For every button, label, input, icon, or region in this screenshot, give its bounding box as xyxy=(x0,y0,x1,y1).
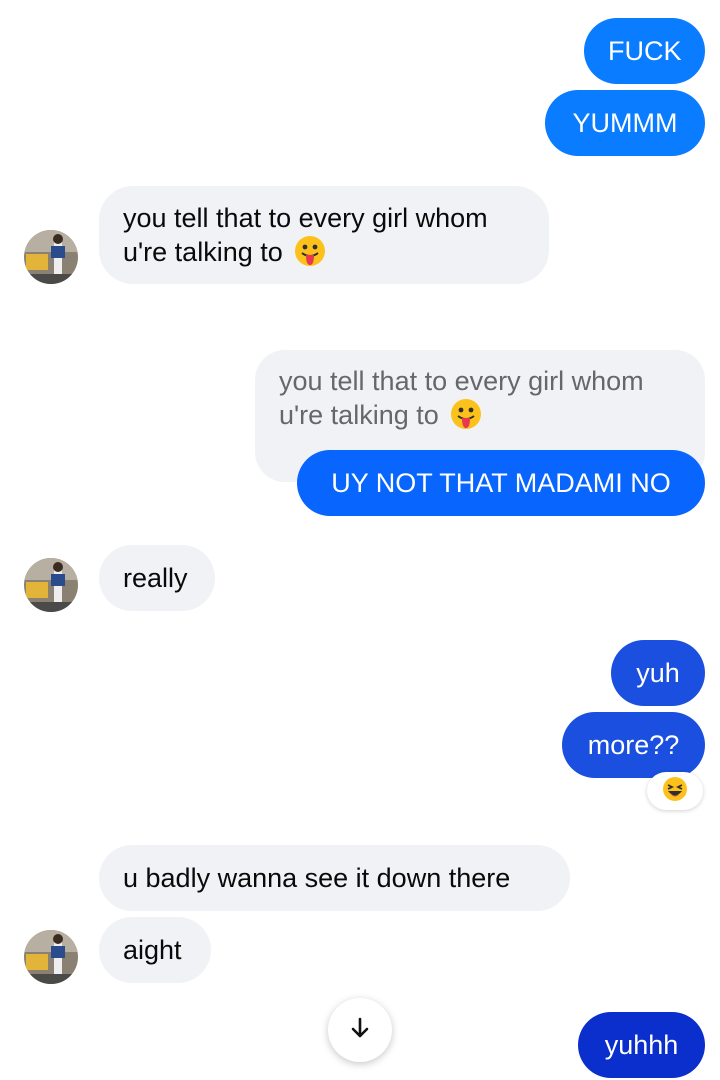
sent-message-yuhhh[interactable]: yuhhh xyxy=(578,1012,705,1078)
sent-message-fuck[interactable]: FUCK xyxy=(584,18,705,84)
face-with-tongue-icon xyxy=(450,398,482,430)
message-text: YUMMM xyxy=(572,108,678,138)
contact-avatar[interactable] xyxy=(24,230,78,284)
received-message-aight[interactable]: aight xyxy=(99,917,211,983)
sent-message-madami[interactable]: UY NOT THAT MADAMI NO xyxy=(297,450,705,516)
message-text: yuh xyxy=(636,658,680,688)
message-text-line1: you tell that to every girl whom xyxy=(123,203,488,233)
message-text: yuhhh xyxy=(604,1030,679,1060)
message-text: aight xyxy=(123,935,182,965)
scroll-to-bottom-button[interactable] xyxy=(328,998,392,1062)
message-text: FUCK xyxy=(608,36,682,66)
quote-line2-wrap: u're talking to xyxy=(279,398,681,432)
laughing-reaction[interactable] xyxy=(647,772,703,810)
laughing-face-icon xyxy=(662,776,688,807)
sent-message-yummm[interactable]: YUMMM xyxy=(545,90,705,156)
quote-line2: u're talking to xyxy=(279,400,439,430)
received-message-every-girl[interactable]: you tell that to every girl whom u're ta… xyxy=(99,186,549,284)
message-text: UY NOT THAT MADAMI NO xyxy=(331,468,671,498)
sent-message-more[interactable]: more?? xyxy=(562,712,705,778)
arrow-down-icon xyxy=(346,1014,374,1047)
sent-message-yuh[interactable]: yuh xyxy=(611,640,705,706)
received-message-really[interactable]: really xyxy=(99,545,215,611)
message-text: more?? xyxy=(587,730,680,760)
face-with-tongue-icon xyxy=(294,235,326,267)
message-text: u're talking to xyxy=(123,237,283,267)
quote-line1: you tell that to every girl whom xyxy=(279,366,644,396)
contact-avatar[interactable] xyxy=(24,930,78,984)
received-message-down-there[interactable]: u badly wanna see it down there xyxy=(99,845,570,911)
message-text-line2: u're talking to xyxy=(123,235,525,269)
message-text: really xyxy=(123,563,188,593)
message-text: u badly wanna see it down there xyxy=(123,863,511,893)
contact-avatar[interactable] xyxy=(24,558,78,612)
